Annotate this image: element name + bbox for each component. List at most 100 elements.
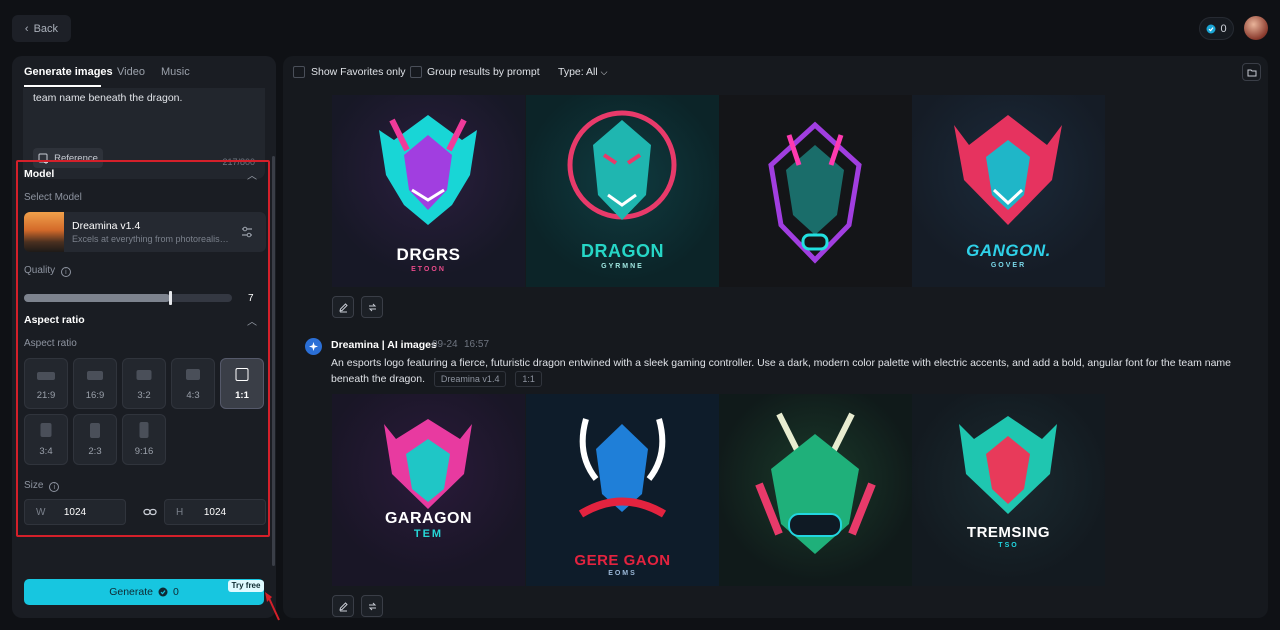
ratio-option-16-9[interactable]: 16:9	[73, 358, 117, 409]
top-bar: ‹ Back 0	[0, 0, 1280, 56]
dragon-logo-graphic	[954, 115, 1062, 225]
tab-generate-images[interactable]: Generate images	[24, 66, 113, 78]
sliders-icon[interactable]	[240, 225, 254, 239]
tab-video[interactable]: Video	[117, 66, 145, 78]
model-name: Dreamina v1.4	[72, 220, 141, 232]
info-icon[interactable]: i	[49, 482, 60, 492]
red-arrow-annotation	[265, 592, 280, 621]
ratio-label: 9:16	[134, 446, 154, 457]
generated-image[interactable]: DRGRS ETOON	[332, 95, 525, 287]
favorites-checkbox[interactable]	[293, 66, 305, 78]
ratio-option-1-1[interactable]: 1:1	[220, 358, 264, 409]
image-text: GARAGON	[384, 510, 473, 527]
info-icon[interactable]: i	[60, 267, 71, 277]
panel-scrollbar[interactable]	[272, 156, 275, 566]
generated-image[interactable]: GARAGON TEM	[332, 394, 525, 586]
chevron-down-icon: ⌵	[600, 67, 608, 77]
result-date: 09-24	[432, 339, 458, 350]
generated-image[interactable]: GERE GAON EOMS	[526, 394, 719, 586]
group-label[interactable]: Group results by prompt	[427, 66, 540, 78]
model-selector[interactable]: Dreamina v1.4 Excels at everything from …	[24, 212, 266, 252]
image-text: DRGRS	[396, 245, 461, 264]
regenerate-button[interactable]	[361, 595, 383, 617]
size-label: Size i	[24, 480, 60, 492]
image-text: DRAGON	[581, 241, 664, 261]
tab-music[interactable]: Music	[161, 66, 190, 78]
image-subtext: TSO	[998, 542, 1019, 549]
generated-image[interactable]: DRAGON GYRMNE	[526, 95, 719, 287]
edit-button[interactable]	[332, 595, 354, 617]
link-icon[interactable]	[143, 506, 157, 518]
avatar[interactable]	[1244, 16, 1268, 40]
group-checkbox[interactable]	[410, 66, 422, 78]
active-tab-indicator	[24, 85, 101, 87]
type-filter[interactable]: Type: All ⌵	[558, 66, 607, 78]
width-value[interactable]: 1024	[25, 507, 125, 518]
generated-image[interactable]: GANGON. GOVER	[912, 95, 1105, 287]
ratio-option-9-16[interactable]: 9:16	[122, 414, 166, 465]
edit-button[interactable]	[332, 296, 354, 318]
dragon-logo-graphic	[959, 416, 1057, 514]
width-input[interactable]: W 1024	[24, 499, 126, 525]
ratio-option-3-4[interactable]: 3:4	[24, 414, 68, 465]
quality-slider[interactable]	[24, 291, 232, 305]
pencil-icon	[338, 601, 348, 611]
credit-icon	[158, 587, 168, 597]
try-free-badge: Try free	[228, 580, 264, 592]
ratio-option-4-3[interactable]: 4:3	[171, 358, 215, 409]
quality-slider-handle[interactable]	[169, 291, 172, 305]
image-subtext: TEM	[413, 528, 444, 540]
chevron-up-icon[interactable]: ︿	[247, 313, 257, 328]
generated-image[interactable]	[719, 394, 912, 586]
quality-label-text: Quality	[24, 265, 56, 276]
result-prompt: An esports logo featuring a fierce, futu…	[331, 356, 1231, 387]
generate-credits: 0	[172, 586, 179, 598]
model-description: Excels at everything from photorealism..…	[72, 234, 232, 244]
result-author: Dreamina | AI images	[331, 339, 437, 351]
height-value[interactable]: 1024	[165, 507, 265, 518]
select-model-label: Select Model	[24, 192, 82, 203]
dragon-logo-graphic	[567, 110, 677, 220]
ratio-option-3-2[interactable]: 3:2	[122, 358, 166, 409]
credits-badge[interactable]: 0	[1199, 17, 1234, 40]
quality-label: Quality i	[24, 265, 71, 277]
quality-value: 7	[248, 293, 254, 304]
back-button[interactable]: ‹ Back	[12, 15, 71, 42]
chevron-up-icon[interactable]: ︿	[247, 167, 257, 182]
ratio-label: 21:9	[36, 390, 56, 401]
dragon-logo-graphic	[578, 418, 667, 518]
dragon-logo-graphic	[755, 412, 876, 554]
aspect-ratio-label: Aspect ratio	[24, 338, 77, 349]
generation-panel: Generate images Video Music team name be…	[12, 56, 276, 618]
ratio-label: 3:2	[137, 390, 151, 401]
height-input[interactable]: H 1024	[164, 499, 266, 525]
image-subtext: GOVER	[990, 262, 1027, 269]
repeat-icon	[368, 602, 376, 610]
generate-label: Generate	[109, 586, 153, 598]
prompt-text[interactable]: team name beneath the dragon.	[33, 92, 182, 104]
folder-button[interactable]	[1242, 63, 1261, 81]
ratio-option-2-3[interactable]: 2:3	[73, 414, 117, 465]
dragon-logo-graphic	[379, 115, 477, 225]
image-text: TREMSING	[966, 524, 1051, 541]
type-filter-label: Type: All	[558, 66, 598, 78]
back-label: Back	[33, 22, 59, 35]
ratio-label: 2:3	[88, 446, 102, 457]
image-text: GERE GAON	[574, 552, 671, 569]
ratio-chip: 1:1	[515, 371, 542, 387]
favorites-label[interactable]: Show Favorites only	[311, 66, 406, 78]
generated-image[interactable]: TREMSING TSO	[912, 394, 1105, 586]
dreamina-logo-icon	[305, 338, 322, 355]
result-time: 16:57	[464, 339, 490, 350]
dragon-logo-graphic	[768, 121, 862, 264]
repeat-icon	[368, 303, 376, 311]
image-subtext: GYRMNE	[601, 263, 644, 270]
model-thumbnail	[24, 212, 64, 252]
image-subtext: ETOON	[411, 266, 446, 273]
regenerate-button[interactable]	[361, 296, 383, 318]
folder-icon	[1247, 69, 1256, 76]
generated-image[interactable]	[719, 95, 912, 287]
image-text: GANGON.	[966, 241, 1051, 260]
ratio-option-21-9[interactable]: 21:9	[24, 358, 68, 409]
credits-count: 0	[1220, 22, 1227, 35]
